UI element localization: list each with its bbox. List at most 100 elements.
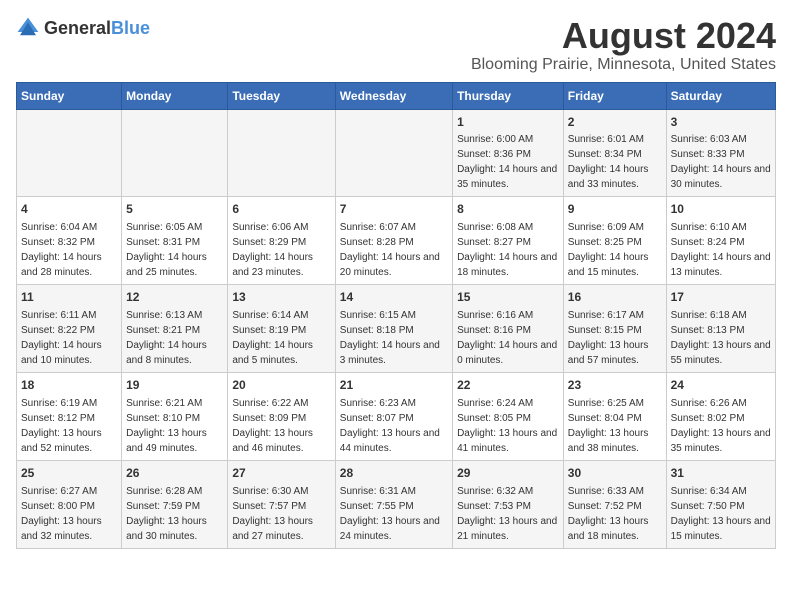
calendar-cell: 7 Sunrise: 6:07 AMSunset: 8:28 PMDaylight… bbox=[335, 197, 452, 285]
calendar-cell: 12 Sunrise: 6:13 AMSunset: 8:21 PMDayligh… bbox=[122, 285, 228, 373]
day-number: 26 bbox=[126, 465, 223, 482]
calendar-cell: 6 Sunrise: 6:06 AMSunset: 8:29 PMDaylight… bbox=[228, 197, 335, 285]
day-info: Sunrise: 6:23 AMSunset: 8:07 PMDaylight:… bbox=[340, 396, 448, 456]
day-number: 17 bbox=[671, 289, 771, 306]
day-number: 24 bbox=[671, 377, 771, 394]
day-info: Sunrise: 6:09 AMSunset: 8:25 PMDaylight:… bbox=[568, 220, 662, 280]
day-info: Sunrise: 6:07 AMSunset: 8:28 PMDaylight:… bbox=[340, 220, 448, 280]
day-number: 16 bbox=[568, 289, 662, 306]
day-header-saturday: Saturday bbox=[666, 82, 775, 109]
day-number: 2 bbox=[568, 114, 662, 131]
day-info: Sunrise: 6:30 AMSunset: 7:57 PMDaylight:… bbox=[232, 484, 330, 544]
calendar-cell: 19 Sunrise: 6:21 AMSunset: 8:10 PMDayligh… bbox=[122, 372, 228, 460]
day-info: Sunrise: 6:03 AMSunset: 8:33 PMDaylight:… bbox=[671, 132, 771, 192]
day-number: 11 bbox=[21, 289, 117, 306]
calendar-cell: 22Sunrise: 6:24 AMSunset: 8:05 PMDayligh… bbox=[453, 372, 564, 460]
calendar-cell: 25 Sunrise: 6:27 AMSunset: 8:00 PMDayligh… bbox=[17, 460, 122, 548]
day-info: Sunrise: 6:10 AMSunset: 8:24 PMDaylight:… bbox=[671, 220, 771, 280]
calendar-cell: 8 Sunrise: 6:08 AMSunset: 8:27 PMDaylight… bbox=[453, 197, 564, 285]
day-info: Sunrise: 6:11 AMSunset: 8:22 PMDaylight:… bbox=[21, 308, 117, 368]
day-info: Sunrise: 6:14 AMSunset: 8:19 PMDaylight:… bbox=[232, 308, 330, 368]
day-header-monday: Monday bbox=[122, 82, 228, 109]
day-number: 15 bbox=[457, 289, 559, 306]
day-info: Sunrise: 6:01 AMSunset: 8:34 PMDaylight:… bbox=[568, 132, 662, 192]
logo-icon bbox=[16, 16, 40, 40]
calendar-cell: 31 Sunrise: 6:34 AMSunset: 7:50 PMDayligh… bbox=[666, 460, 775, 548]
calendar-cell: 16Sunrise: 6:17 AMSunset: 8:15 PMDayligh… bbox=[563, 285, 666, 373]
day-number: 13 bbox=[232, 289, 330, 306]
day-number: 31 bbox=[671, 465, 771, 482]
calendar-cell: 29 Sunrise: 6:32 AMSunset: 7:53 PMDayligh… bbox=[453, 460, 564, 548]
day-info: Sunrise: 6:24 AMSunset: 8:05 PMDaylight:… bbox=[457, 396, 559, 456]
calendar-cell: 9 Sunrise: 6:09 AMSunset: 8:25 PMDaylight… bbox=[563, 197, 666, 285]
calendar-cell: 27 Sunrise: 6:30 AMSunset: 7:57 PMDayligh… bbox=[228, 460, 335, 548]
day-header-thursday: Thursday bbox=[453, 82, 564, 109]
day-number: 25 bbox=[21, 465, 117, 482]
title-block: August 2024 Blooming Prairie, Minnesota,… bbox=[471, 16, 776, 74]
calendar-cell: 5 Sunrise: 6:05 AMSunset: 8:31 PMDaylight… bbox=[122, 197, 228, 285]
calendar-cell: 13 Sunrise: 6:14 AMSunset: 8:19 PMDayligh… bbox=[228, 285, 335, 373]
calendar-cell: 11 Sunrise: 6:11 AMSunset: 8:22 PMDayligh… bbox=[17, 285, 122, 373]
main-title: August 2024 bbox=[471, 16, 776, 56]
calendar-table: SundayMondayTuesdayWednesdayThursdayFrid… bbox=[16, 82, 776, 549]
calendar-cell: 1Sunrise: 6:00 AMSunset: 8:36 PMDaylight… bbox=[453, 109, 564, 197]
calendar-cell: 20 Sunrise: 6:22 AMSunset: 8:09 PMDayligh… bbox=[228, 372, 335, 460]
logo-text-blue: Blue bbox=[111, 18, 150, 38]
calendar-cell: 24 Sunrise: 6:26 AMSunset: 8:02 PMDayligh… bbox=[666, 372, 775, 460]
day-number: 6 bbox=[232, 201, 330, 218]
day-number: 28 bbox=[340, 465, 448, 482]
day-info: Sunrise: 6:18 AMSunset: 8:13 PMDaylight:… bbox=[671, 308, 771, 368]
day-number: 8 bbox=[457, 201, 559, 218]
calendar-cell bbox=[335, 109, 452, 197]
day-info: Sunrise: 6:04 AMSunset: 8:32 PMDaylight:… bbox=[21, 220, 117, 280]
day-info: Sunrise: 6:25 AMSunset: 8:04 PMDaylight:… bbox=[568, 396, 662, 456]
day-info: Sunrise: 6:32 AMSunset: 7:53 PMDaylight:… bbox=[457, 484, 559, 544]
calendar-cell bbox=[228, 109, 335, 197]
day-info: Sunrise: 6:16 AMSunset: 8:16 PMDaylight:… bbox=[457, 308, 559, 368]
day-number: 5 bbox=[126, 201, 223, 218]
day-number: 9 bbox=[568, 201, 662, 218]
day-number: 30 bbox=[568, 465, 662, 482]
day-number: 1 bbox=[457, 114, 559, 131]
day-info: Sunrise: 6:15 AMSunset: 8:18 PMDaylight:… bbox=[340, 308, 448, 368]
calendar-cell bbox=[17, 109, 122, 197]
day-number: 4 bbox=[21, 201, 117, 218]
calendar-cell: 2Sunrise: 6:01 AMSunset: 8:34 PMDaylight… bbox=[563, 109, 666, 197]
day-info: Sunrise: 6:27 AMSunset: 8:00 PMDaylight:… bbox=[21, 484, 117, 544]
day-info: Sunrise: 6:22 AMSunset: 8:09 PMDaylight:… bbox=[232, 396, 330, 456]
day-number: 27 bbox=[232, 465, 330, 482]
day-info: Sunrise: 6:05 AMSunset: 8:31 PMDaylight:… bbox=[126, 220, 223, 280]
day-number: 29 bbox=[457, 465, 559, 482]
day-number: 7 bbox=[340, 201, 448, 218]
calendar-cell: 15 Sunrise: 6:16 AMSunset: 8:16 PMDayligh… bbox=[453, 285, 564, 373]
day-number: 10 bbox=[671, 201, 771, 218]
day-number: 21 bbox=[340, 377, 448, 394]
calendar-cell: 26 Sunrise: 6:28 AMSunset: 7:59 PMDayligh… bbox=[122, 460, 228, 548]
calendar-week-row: 18Sunrise: 6:19 AMSunset: 8:12 PMDayligh… bbox=[17, 372, 776, 460]
calendar-cell: 18Sunrise: 6:19 AMSunset: 8:12 PMDayligh… bbox=[17, 372, 122, 460]
day-header-friday: Friday bbox=[563, 82, 666, 109]
day-number: 19 bbox=[126, 377, 223, 394]
day-number: 18 bbox=[21, 377, 117, 394]
day-info: Sunrise: 6:31 AMSunset: 7:55 PMDaylight:… bbox=[340, 484, 448, 544]
logo-text-general: General bbox=[44, 18, 111, 38]
day-info: Sunrise: 6:08 AMSunset: 8:27 PMDaylight:… bbox=[457, 220, 559, 280]
calendar-cell: 30Sunrise: 6:33 AMSunset: 7:52 PMDayligh… bbox=[563, 460, 666, 548]
calendar-week-row: 4 Sunrise: 6:04 AMSunset: 8:32 PMDaylight… bbox=[17, 197, 776, 285]
calendar-cell: 14Sunrise: 6:15 AMSunset: 8:18 PMDayligh… bbox=[335, 285, 452, 373]
calendar-cell: 23Sunrise: 6:25 AMSunset: 8:04 PMDayligh… bbox=[563, 372, 666, 460]
subtitle: Blooming Prairie, Minnesota, United Stat… bbox=[471, 56, 776, 74]
day-info: Sunrise: 6:26 AMSunset: 8:02 PMDaylight:… bbox=[671, 396, 771, 456]
day-header-sunday: Sunday bbox=[17, 82, 122, 109]
day-info: Sunrise: 6:06 AMSunset: 8:29 PMDaylight:… bbox=[232, 220, 330, 280]
calendar-cell: 4 Sunrise: 6:04 AMSunset: 8:32 PMDaylight… bbox=[17, 197, 122, 285]
day-info: Sunrise: 6:21 AMSunset: 8:10 PMDaylight:… bbox=[126, 396, 223, 456]
day-number: 20 bbox=[232, 377, 330, 394]
day-info: Sunrise: 6:00 AMSunset: 8:36 PMDaylight:… bbox=[457, 132, 559, 192]
day-info: Sunrise: 6:13 AMSunset: 8:21 PMDaylight:… bbox=[126, 308, 223, 368]
day-number: 12 bbox=[126, 289, 223, 306]
day-number: 3 bbox=[671, 114, 771, 131]
day-info: Sunrise: 6:34 AMSunset: 7:50 PMDaylight:… bbox=[671, 484, 771, 544]
day-info: Sunrise: 6:28 AMSunset: 7:59 PMDaylight:… bbox=[126, 484, 223, 544]
calendar-week-row: 25 Sunrise: 6:27 AMSunset: 8:00 PMDayligh… bbox=[17, 460, 776, 548]
